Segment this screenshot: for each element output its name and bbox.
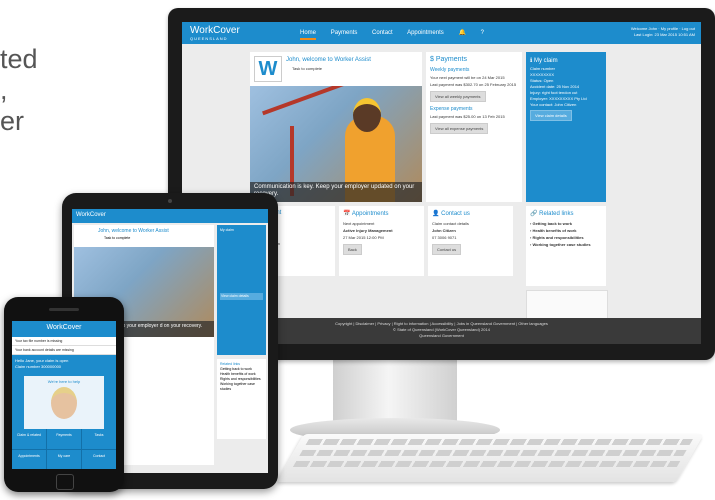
tile-claim[interactable]: Claim & related [12,429,46,449]
phone-tiles: Claim & related Payments Tasks Appointme… [12,429,116,469]
worker-assist-logo: W [254,56,282,82]
employer: Employer: XXXXXXXXX Pty Ltd [530,96,587,101]
tablet-my-claim: My claim View claim details [217,225,266,355]
appointments-title: 📅 Appointments [343,211,389,217]
related-link[interactable]: › Getting back to work [530,221,602,226]
tablet-top-bar: WorkCover [72,209,268,223]
injury: Injury: right foot tendon cut [530,90,578,95]
tile-my-care[interactable]: My care [47,449,81,469]
background-line-3: er [0,106,25,136]
nav-home[interactable]: Home [300,30,317,40]
view-claim-details-button[interactable]: View claim details [530,110,572,121]
weekly-next-payment: Your next payment will be on 24 Mar 2015 [430,75,505,80]
tablet-related-links: Related links Getting back to work Healt… [217,359,266,439]
tile-contact[interactable]: Contact [82,449,116,469]
bank-details-alert[interactable]: Your bank account details are missing [12,346,116,355]
user-info: Welcome John · My profile · Log out Last… [630,26,695,37]
support-avatar [51,387,77,419]
top-navigation-bar: WorkCover QUEENSLAND Home Payments Contac… [182,22,701,44]
tablet-logo[interactable]: WorkCover [76,212,106,218]
phone-header: WorkCover [12,321,116,337]
tablet-view-claim-button[interactable]: View claim details [220,293,263,300]
my-claim-title: ℹ My claim [530,58,558,64]
phone-greeting: Hello Jane, your claim is open Claim num… [15,358,69,369]
welcome-heading: John, welcome to Worker Assist [286,57,371,63]
help-card[interactable]: We're here to help [24,376,104,436]
phone-speaker [49,308,79,311]
nav-payments[interactable]: Payments [331,30,358,36]
workcover-logo[interactable]: WorkCover QUEENSLAND [190,25,240,41]
tablet-welcome: John, welcome to Worker Assist [98,228,169,234]
background-line-2: , [0,75,8,105]
welcome-panel: W John, welcome to Worker Assist Task to… [250,52,422,202]
weekly-payments-title: Weekly payments [430,67,470,73]
tax-file-alert[interactable]: Your tax file number is missing [12,337,116,346]
hero-image: Communication is key. Keep your employer… [250,86,422,202]
contact-card: 👤 Contact us Claim contact details John … [428,206,513,276]
claim-number: XXXXXXXXX [530,72,555,77]
nav-contact[interactable]: Contact [372,30,393,36]
main-nav: Home Payments Contact Appointments 🔔 ? [300,29,497,40]
phone-screen: WorkCover Your tax file number is missin… [12,321,116,469]
keyboard [276,434,704,482]
background-line-1: ted [0,44,38,74]
task-link[interactable]: Task to complete [292,66,322,71]
related-links-panel: 🔗 Related links › Getting back to work ›… [526,206,606,286]
related-link[interactable]: › Health benefits of work [530,228,602,233]
my-claim-panel: ℹ My claim Claim number XXXXXXXXX Status… [526,52,606,202]
related-link[interactable]: › Working together case studies [530,242,602,247]
back-button[interactable]: Back [343,244,362,255]
accident-date: Accident date: 25 Nov 2014 [530,84,580,89]
payments-title: $ Payments [430,56,467,63]
claim-status: Status: Open [530,78,554,83]
payments-panel: $ Payments Weekly payments Your next pay… [426,52,522,202]
phone-home-button[interactable] [56,474,74,490]
tablet-task[interactable]: Task to complete [104,236,130,240]
tablet-camera [168,199,172,203]
tile-appointments[interactable]: Appointments [12,449,46,469]
nav-appointments[interactable]: Appointments [407,30,444,36]
claim-number-label: Claim number [530,66,555,71]
tile-payments[interactable]: Payments [47,429,81,449]
your-contact: Your contact: John Citizen [530,102,577,107]
related-links-title: 🔗 Related links [530,211,574,217]
contact-us-button[interactable]: Contact us [432,244,462,255]
background-copy: ted , er [0,44,38,137]
help-icon[interactable]: ? [481,30,484,36]
appointments-card: 📅 Appointments Next appointment Active I… [339,206,424,276]
phone-logo[interactable]: WorkCover [47,324,82,331]
phone-device: WorkCover Your tax file number is missin… [4,297,124,492]
weekly-last-payment: Last payment was $302.70 on 25 February … [430,82,517,87]
view-weekly-payments-button[interactable]: View all weekly payments [430,91,486,102]
related-link[interactable]: › Rights and responsibilities [530,235,602,240]
expense-payments-title: Expense payments [430,106,473,112]
contact-title: 👤 Contact us [432,211,470,217]
expense-last-payment: Last payment was $25.00 on 13 Feb 2015 [430,114,505,119]
tile-tasks[interactable]: Tasks [82,429,116,449]
bell-icon[interactable]: 🔔 [458,30,465,36]
view-expense-payments-button[interactable]: View all expense payments [430,123,489,134]
